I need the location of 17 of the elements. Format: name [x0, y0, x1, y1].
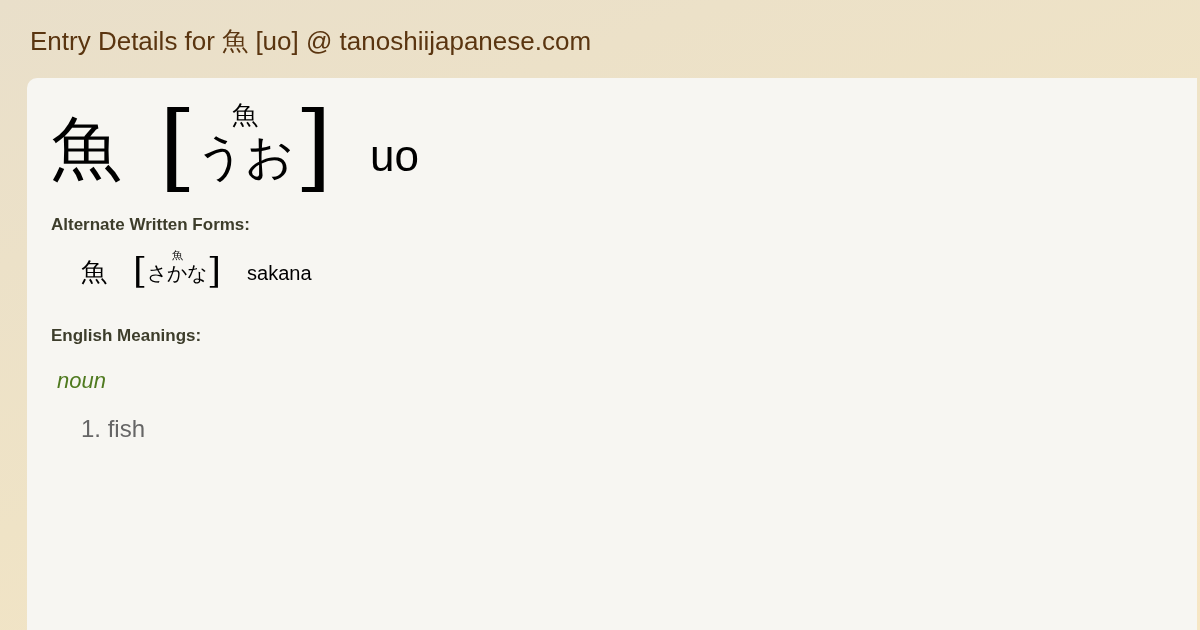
furigana: 魚 [232, 102, 259, 128]
section-heading: English Meanings: [51, 324, 203, 347]
furigana: 魚 [171, 249, 183, 261]
kanji: 魚 [51, 114, 121, 184]
bracket: ] [294, 98, 332, 194]
bracket: [ [159, 98, 197, 194]
bracket: [ [133, 252, 148, 289]
kana-reading: うお [196, 132, 295, 180]
bracket: ] [207, 252, 222, 289]
section-heading: Alternate Written Forms: [51, 214, 251, 236]
romaji: uo [369, 134, 419, 178]
part-of-speech: noun [57, 367, 107, 395]
kana-reading: さかな [147, 262, 208, 283]
meaning-item: 1. fish [81, 414, 147, 444]
page-title: Entry Details for 魚 [uo] @ tanoshiijapanese.com [30, 24, 592, 58]
romaji: sakana [247, 262, 312, 283]
kanji: 魚 [81, 258, 107, 285]
